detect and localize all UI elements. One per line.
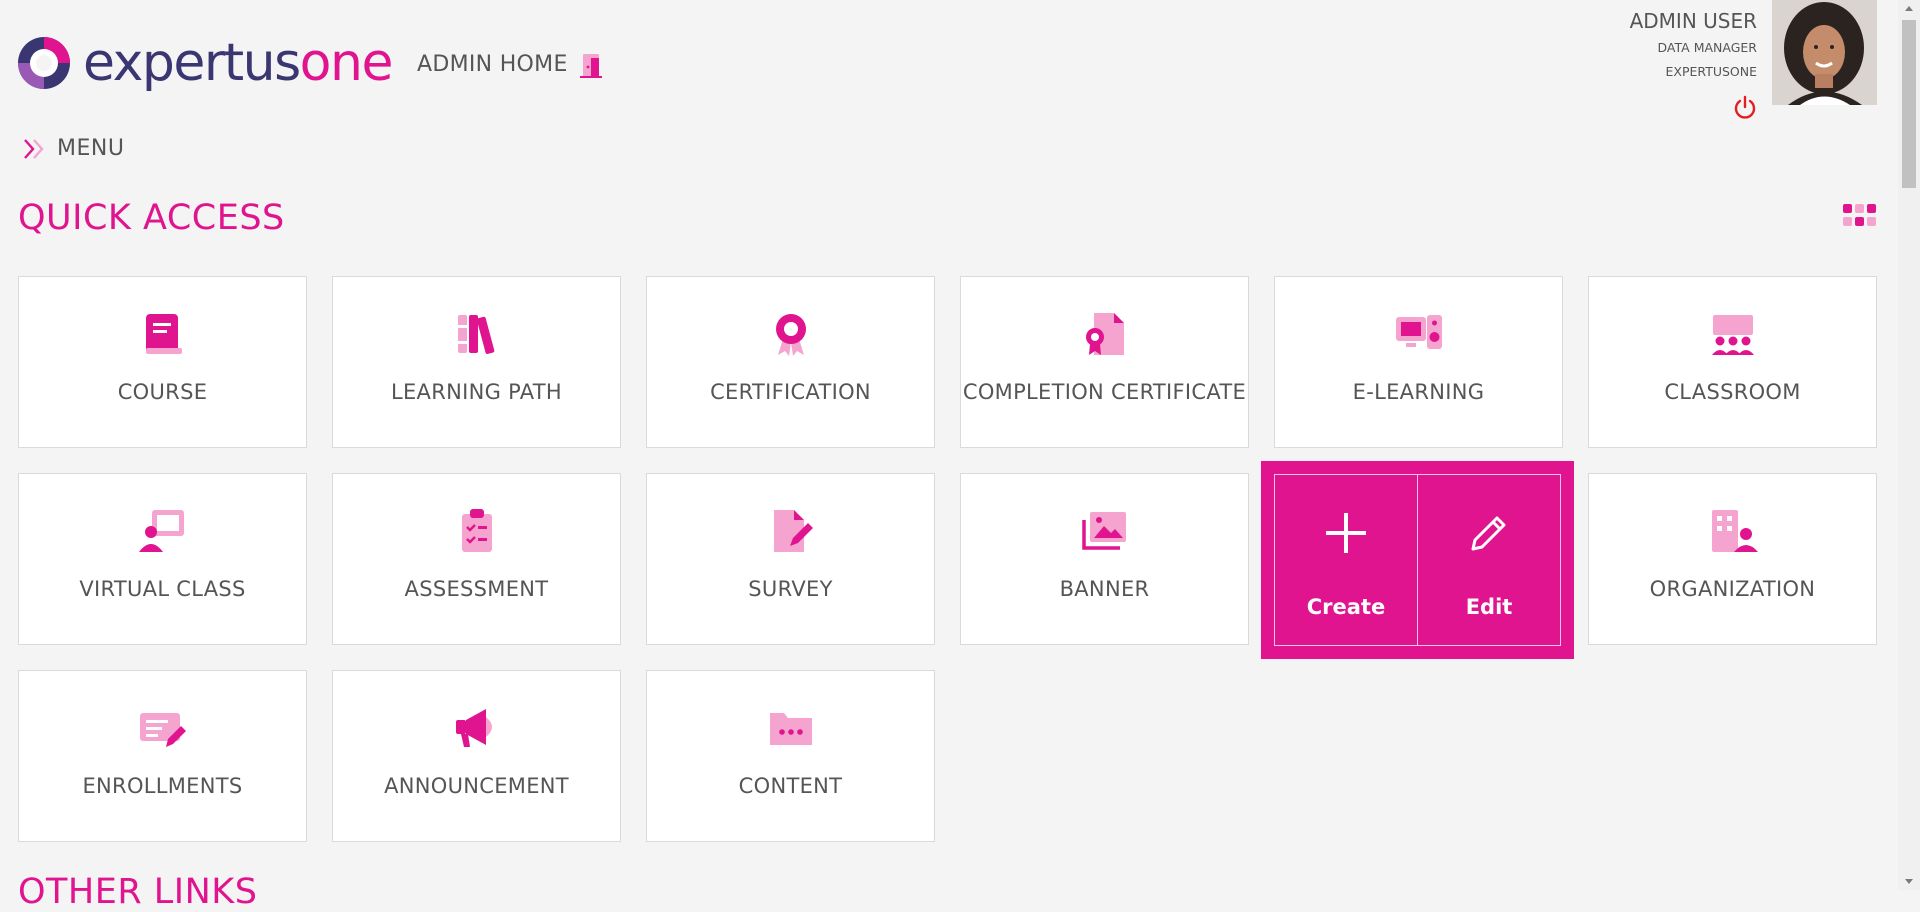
virtual-class-icon [138,510,184,552]
tile-virtual-class[interactable]: VIRTUAL CLASS [18,473,307,645]
tile-classroom[interactable]: CLASSROOM [1588,276,1877,448]
tile-label: CERTIFICATION [710,380,871,404]
tile-label: BANNER [1059,577,1150,601]
tile-completion-certificate[interactable]: COMPLETION CERTIFICATE [960,276,1249,448]
tile-actions-panel: Create Edit [1274,474,1561,646]
classroom-icon [1711,315,1754,355]
tile-e-learning-actions[interactable]: Create Edit [1261,461,1574,659]
user-organization: EXPERTUSONE [1665,64,1757,79]
double-chevron-right-icon [24,138,44,159]
avatar-photo-icon [1772,0,1877,105]
list-edit-icon [139,713,186,747]
clipboard-checklist-icon [461,509,492,552]
quick-access-title: QUICK ACCESS [18,198,285,238]
tile-label: ANNOUNCEMENT [384,774,569,798]
power-logout-icon[interactable] [1732,95,1758,121]
books-icon [457,315,494,354]
tile-label: ASSESSMENT [404,577,549,601]
tile-e-learning[interactable]: E-LEARNING [1274,276,1563,448]
tile-label: ORGANIZATION [1649,577,1816,601]
scrollbar-thumb[interactable] [1902,20,1916,188]
certificate-document-icon [1085,313,1124,355]
other-links-title: OTHER LINKS [18,872,258,912]
tile-content[interactable]: CONTENT [646,670,935,842]
tile-enrollments[interactable]: ENROLLMENTS [18,670,307,842]
pencil-icon [1471,516,1506,551]
logo-mark-icon [18,37,70,89]
tile-organization[interactable]: ORGANIZATION [1588,473,1877,645]
tile-label: SURVEY [748,577,833,601]
menu-toggle[interactable]: MENU [23,136,124,161]
scroll-up-arrow-icon[interactable] [1898,0,1920,18]
computer-speaker-icon [1395,315,1442,349]
tile-label: CONTENT [738,774,843,798]
expertusone-logo[interactable]: expertusone [17,33,393,93]
user-avatar[interactable] [1772,0,1877,105]
tile-label: CLASSROOM [1664,380,1801,404]
door-exit-icon[interactable] [577,52,605,80]
logo-text: expertusone [83,33,393,93]
create-label: Create [1306,595,1386,619]
award-ribbon-icon [775,314,806,356]
user-role: DATA MANAGER [1657,40,1757,55]
building-user-icon [1711,510,1758,552]
tile-label: COURSE [117,380,208,404]
images-icon [1081,512,1126,550]
grid-view-icon[interactable] [1843,204,1877,228]
menu-label: MENU [57,136,125,161]
plus-icon [1326,513,1366,553]
tile-assessment[interactable]: ASSESSMENT [332,473,621,645]
tile-survey[interactable]: SURVEY [646,473,935,645]
tile-label: COMPLETION CERTIFICATE [962,380,1247,404]
tile-banner[interactable]: BANNER [960,473,1249,645]
edit-button[interactable]: Edit [1417,475,1560,645]
folder-icon [769,713,812,745]
tile-label: LEARNING PATH [390,380,563,404]
create-button[interactable]: Create [1275,475,1417,645]
tile-label: ENROLLMENTS [82,774,243,798]
document-edit-icon [773,510,813,552]
scroll-down-arrow-icon[interactable] [1898,872,1920,890]
edit-label: Edit [1465,595,1513,619]
tile-certification[interactable]: CERTIFICATION [646,276,935,448]
tile-course[interactable]: COURSE [18,276,307,448]
tile-label: VIRTUAL CLASS [79,577,246,601]
user-name: ADMIN USER [1629,9,1757,33]
tile-label: E-LEARNING [1352,380,1485,404]
user-info: ADMIN USER DATA MANAGER EXPERTUSONE [1630,6,1757,84]
megaphone-icon [455,709,492,747]
book-icon [145,314,182,354]
admin-home-link[interactable]: ADMIN HOME [417,52,568,77]
page-scrollbar[interactable] [1898,0,1920,890]
tile-learning-path[interactable]: LEARNING PATH [332,276,621,448]
tile-announcement[interactable]: ANNOUNCEMENT [332,670,621,842]
